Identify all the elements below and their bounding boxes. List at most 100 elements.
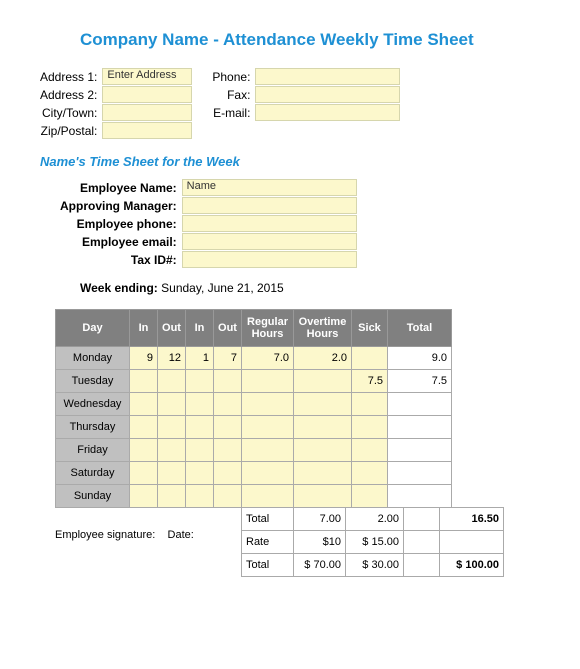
ot-cell[interactable]: 2.0 [294,347,352,370]
out2-cell[interactable] [214,439,242,462]
reg-cell[interactable] [242,416,294,439]
reg-cell[interactable] [242,393,294,416]
day-cell: Tuesday [56,370,130,393]
total-cell [388,462,452,485]
total-cell: 7.5 [388,370,452,393]
reg-cell[interactable] [242,439,294,462]
in2-cell[interactable] [186,485,214,508]
out1-cell[interactable] [158,393,186,416]
day-cell: Thursday [56,416,130,439]
page-title: Company Name - Attendance Weekly Time Sh… [80,30,540,50]
out1-cell[interactable] [158,485,186,508]
input-zip[interactable] [102,122,192,139]
input-email[interactable] [255,104,400,121]
header-overtime: Overtime Hours [294,310,352,347]
date-label: Date: [168,529,194,541]
sick-cell[interactable] [352,393,388,416]
input-fax[interactable] [255,86,400,103]
rate-sick [404,531,440,554]
pay-ot: $ 30.00 [346,554,404,577]
out1-cell[interactable]: 12 [158,347,186,370]
in2-cell[interactable] [186,393,214,416]
label-emp-name: Employee Name: [60,179,177,197]
table-row: Saturday [56,462,452,485]
day-cell: Monday [56,347,130,370]
sick-cell[interactable] [352,462,388,485]
out2-cell[interactable] [214,462,242,485]
input-phone[interactable] [255,68,400,85]
header-out2: Out [214,310,242,347]
out2-cell[interactable] [214,393,242,416]
day-cell: Wednesday [56,393,130,416]
sick-cell[interactable] [352,347,388,370]
in1-cell[interactable] [130,370,158,393]
in2-cell[interactable]: 1 [186,347,214,370]
rate-ot: $ 15.00 [346,531,404,554]
in2-cell[interactable] [186,416,214,439]
signature-label: Employee signature: [55,529,155,541]
in1-cell[interactable] [130,439,158,462]
total-grand-hours: 16.50 [440,508,504,531]
header-in2: In [186,310,214,347]
input-city[interactable] [102,104,192,121]
out1-cell[interactable] [158,416,186,439]
input-manager[interactable] [182,197,357,214]
sick-cell[interactable]: 7.5 [352,370,388,393]
day-cell: Saturday [56,462,130,485]
ot-cell[interactable] [294,416,352,439]
pay-grand: $ 100.00 [440,554,504,577]
label-tax: Tax ID#: [60,251,177,269]
ot-cell[interactable] [294,462,352,485]
total-cell: 9.0 [388,347,452,370]
label-city: City/Town: [40,104,97,122]
total-sick-hours [404,508,440,531]
in1-cell[interactable]: 9 [130,347,158,370]
table-row: Sunday [56,485,452,508]
rate-reg: $10 [294,531,346,554]
sick-cell[interactable] [352,485,388,508]
table-row: Monday912177.02.0 9.0 [56,347,452,370]
in1-cell[interactable] [130,393,158,416]
out2-cell[interactable] [214,370,242,393]
input-emp-name[interactable]: Name [182,179,357,196]
out1-cell[interactable] [158,462,186,485]
day-cell: Sunday [56,485,130,508]
sick-cell[interactable] [352,439,388,462]
ot-cell[interactable] [294,439,352,462]
in1-cell[interactable] [130,485,158,508]
reg-cell[interactable] [242,462,294,485]
total-cell [388,416,452,439]
input-emp-email[interactable] [182,233,357,250]
out1-cell[interactable] [158,439,186,462]
label-address2: Address 2: [40,86,97,104]
timesheet-table: Day In Out In Out Regular Hours Overtime… [55,309,452,508]
in2-cell[interactable] [186,370,214,393]
label-emp-email: Employee email: [60,233,177,251]
total-ot-hours: 2.00 [346,508,404,531]
out2-cell[interactable]: 7 [214,347,242,370]
input-tax[interactable] [182,251,357,268]
in1-cell[interactable] [130,416,158,439]
in2-cell[interactable] [186,439,214,462]
reg-cell[interactable] [242,370,294,393]
week-ending-label: Week ending: [80,281,158,295]
input-emp-phone[interactable] [182,215,357,232]
out1-cell[interactable] [158,370,186,393]
total-cell [388,393,452,416]
sick-cell[interactable] [352,416,388,439]
total-cell [388,439,452,462]
in1-cell[interactable] [130,462,158,485]
reg-cell[interactable]: 7.0 [242,347,294,370]
label-fax: Fax: [212,86,250,104]
in2-cell[interactable] [186,462,214,485]
ot-cell[interactable] [294,485,352,508]
reg-cell[interactable] [242,485,294,508]
input-address1[interactable]: Enter Address [102,68,192,85]
input-address2[interactable] [102,86,192,103]
label-zip: Zip/Postal: [40,122,97,140]
out2-cell[interactable] [214,416,242,439]
out2-cell[interactable] [214,485,242,508]
ot-cell[interactable] [294,370,352,393]
total-reg-hours: 7.00 [294,508,346,531]
ot-cell[interactable] [294,393,352,416]
